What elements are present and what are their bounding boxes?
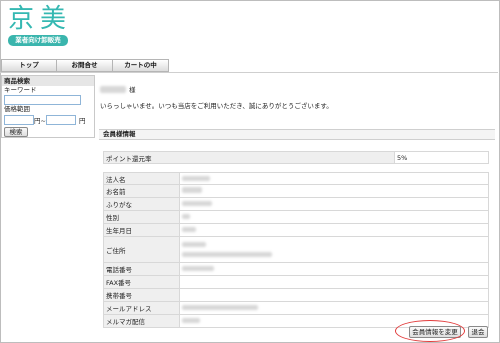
field-value <box>179 301 489 315</box>
nav-tab-contact[interactable]: お問合せ <box>57 59 113 72</box>
keyword-label: キーワード <box>4 86 37 94</box>
field-value <box>179 210 489 224</box>
nav-divider <box>0 72 498 73</box>
keyword-input[interactable] <box>4 95 81 105</box>
greeting-name: 様 <box>100 84 136 94</box>
price-separator: 円~ <box>34 117 46 125</box>
table-row: ご住所 <box>103 236 489 263</box>
table-row: ふりがな <box>103 197 489 211</box>
field-label: メルマガ配信 <box>103 314 180 328</box>
price-range-row: 円~ 円 <box>2 114 94 126</box>
nav-tab-cart[interactable]: カートの中 <box>113 59 169 72</box>
price-from-input[interactable] <box>4 115 34 125</box>
field-value <box>179 172 489 185</box>
greeting-message: いらっしゃいませ。いつも当店をご利用いただき、誠にありがとうございます。 <box>100 102 333 110</box>
field-label: 電話番号 <box>103 262 180 276</box>
table-row: 生年月日 <box>103 223 489 237</box>
field-label: 生年月日 <box>103 223 180 237</box>
customer-name-redacted <box>100 85 126 93</box>
search-button[interactable]: 検索 <box>4 127 28 137</box>
table-row: メールアドレス <box>103 301 489 315</box>
price-to-input[interactable] <box>45 115 76 125</box>
member-info-table: 法人名 お名前 ふりがな 性別 生年月日 ご住所 電話番号 FAX番号 携帯番号… <box>103 172 489 328</box>
product-search-title: 商品検索 <box>2 76 94 86</box>
field-value <box>179 275 489 289</box>
member-info-title: 会員様情報 <box>99 129 495 140</box>
table-row: 法人名 <box>103 172 489 185</box>
field-label: お名前 <box>103 184 180 198</box>
field-label: ふりがな <box>103 197 180 211</box>
main-nav: トップ お問合せ カートの中 <box>1 59 169 72</box>
field-label: ご住所 <box>103 236 180 263</box>
table-row: 携帯番号 <box>103 288 489 302</box>
field-value <box>179 184 489 198</box>
edit-member-info-button[interactable]: 会員情報を変更 <box>409 326 461 338</box>
field-value <box>179 236 489 263</box>
field-value <box>179 262 489 276</box>
field-value <box>179 223 489 237</box>
field-label: 性別 <box>103 210 180 224</box>
field-label: メールアドレス <box>103 301 180 315</box>
honorific: 様 <box>129 86 136 94</box>
point-rate-value: 5% <box>394 151 489 164</box>
field-value <box>179 288 489 302</box>
field-label: FAX番号 <box>103 275 180 289</box>
point-rate-table: ポイント還元率 5% <box>103 151 489 164</box>
field-label: 法人名 <box>103 172 180 185</box>
logo-subtitle: 業者向け卸販売 <box>8 35 68 46</box>
point-rate-label: ポイント還元率 <box>103 151 395 164</box>
table-row: お名前 <box>103 184 489 198</box>
price-suffix: 円 <box>78 117 86 125</box>
table-row: 電話番号 <box>103 262 489 276</box>
product-search-panel: 商品検索 キーワード 価格範囲 円~ 円 検索 <box>1 75 95 138</box>
table-row: ポイント還元率 5% <box>103 151 489 164</box>
table-row: FAX番号 <box>103 275 489 289</box>
withdraw-button[interactable]: 退会 <box>468 326 488 338</box>
table-row: 性別 <box>103 210 489 224</box>
site-logo[interactable]: 京美 業者向け卸販売 <box>8 4 72 46</box>
logo-title: 京美 <box>8 4 73 34</box>
field-value <box>179 197 489 211</box>
price-range-label: 価格範囲 <box>4 105 30 113</box>
nav-tab-top[interactable]: トップ <box>1 59 57 72</box>
field-label: 携帯番号 <box>103 288 180 302</box>
